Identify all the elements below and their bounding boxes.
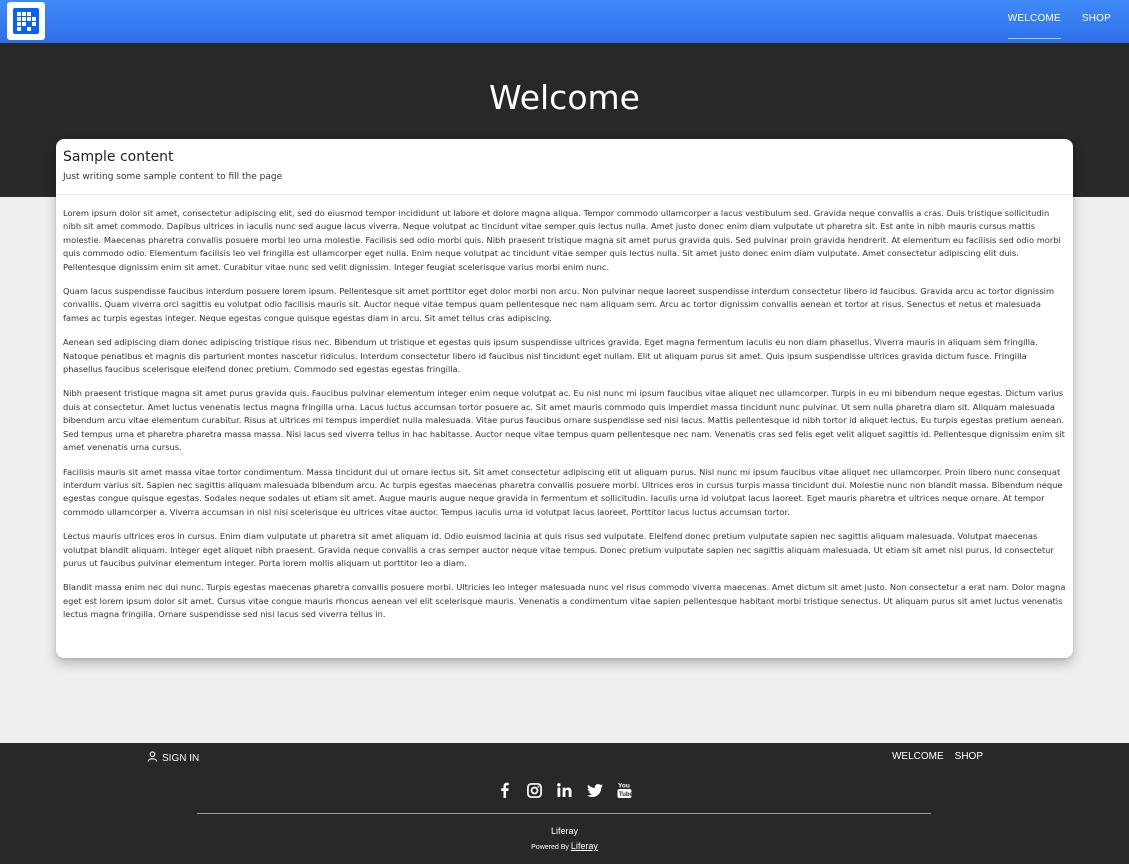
top-navbar: WELCOME SHOP — [0, 0, 1129, 43]
paragraph: Facilisis mauris sit amet massa vitae to… — [63, 466, 1063, 517]
nav-shop-link[interactable]: SHOP — [1082, 13, 1111, 39]
facebook-icon[interactable] — [497, 781, 513, 799]
footer-welcome-link[interactable]: WELCOME — [892, 751, 944, 762]
twitter-icon[interactable] — [586, 781, 603, 799]
paragraph: Nibh praesent tristique magna sit amet p… — [63, 388, 1065, 453]
linkedin-icon[interactable] — [557, 781, 573, 799]
nav-welcome-link[interactable]: WELCOME — [1007, 13, 1061, 39]
social-links: You Tube — [0, 781, 1129, 799]
top-nav-menu: WELCOME SHOP — [1007, 13, 1111, 39]
card-body: Lorem ipsum dolor sit amet, consectetur … — [56, 195, 1073, 622]
youtube-icon[interactable]: You Tube — [617, 781, 633, 799]
svg-text:You: You — [618, 783, 630, 790]
page-title: Welcome — [489, 78, 640, 117]
footer-brand: Liferay — [550, 826, 578, 836]
powered-by-liferay-link[interactable]: Liferay — [571, 841, 598, 851]
paragraph: Lorem ipsum dolor sit amet, consectetur … — [63, 208, 1061, 272]
svg-text:Tube: Tube — [619, 792, 632, 798]
powered-by-label: Powered By — [531, 844, 569, 851]
site-logo[interactable] — [7, 2, 45, 40]
paragraph: Aenean sed adipiscing diam donec adipisc… — [63, 337, 1038, 375]
footer-nav: WELCOME SHOP — [892, 751, 983, 762]
content-card: Sample content Just writing some sample … — [56, 139, 1073, 658]
paragraph: Lectus mauris ultrices eros in cursus. E… — [63, 531, 1054, 568]
paragraph: Quam lacus suspendisse faucibus interdum… — [63, 286, 1055, 323]
sign-in-label: SIGN IN — [162, 752, 200, 764]
instagram-icon[interactable] — [527, 781, 543, 799]
card-subtitle: Just writing some sample content to fill… — [63, 172, 283, 182]
card-header: Sample content Just writing some sample … — [56, 139, 1073, 195]
sign-in-link[interactable]: SIGN IN — [147, 751, 199, 765]
logo-grid-icon — [13, 8, 39, 34]
user-icon — [147, 751, 158, 765]
paragraph: Blandit massa enim nec dui nunc. Turpis … — [63, 582, 1066, 620]
footer-divider — [197, 813, 931, 814]
page-footer: SIGN IN WELCOME SHOP You Tube Liferay Pow… — [0, 743, 1129, 864]
powered-by: Powered By Liferay — [0, 841, 1129, 851]
card-title: Sample content — [63, 149, 174, 165]
footer-shop-link[interactable]: SHOP — [955, 751, 983, 762]
